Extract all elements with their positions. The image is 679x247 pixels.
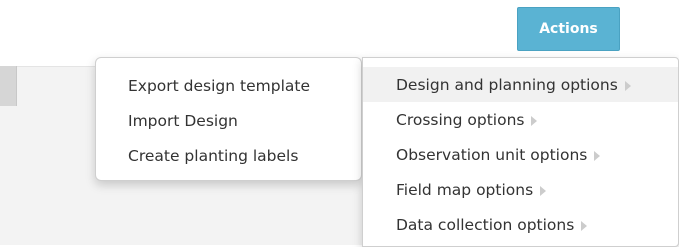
menu-item-field-map-options[interactable]: Field map options xyxy=(363,172,678,207)
menu-item-label: Crossing options xyxy=(396,110,525,129)
caret-right-icon xyxy=(624,81,631,91)
actions-menu-right: Design and planning options Crossing opt… xyxy=(362,57,679,247)
caret-right-icon xyxy=(531,116,538,126)
menu-item-label: Design and planning options xyxy=(396,75,618,94)
caret-right-icon xyxy=(581,221,588,231)
menu-item-label: Field map options xyxy=(396,180,534,199)
caret-right-icon xyxy=(540,186,547,196)
menu-item-crossing-options[interactable]: Crossing options xyxy=(363,102,678,137)
menu-item-label: Export design template xyxy=(128,76,310,95)
actions-menu-left: Export design template Import Design Cre… xyxy=(95,57,362,181)
menu-item-label: Import Design xyxy=(128,111,238,130)
menu-item-observation-unit-options[interactable]: Observation unit options xyxy=(363,137,678,172)
menu-item-import-design[interactable]: Import Design xyxy=(96,103,361,138)
caret-right-icon xyxy=(594,151,601,161)
menu-item-label: Observation unit options xyxy=(396,145,588,164)
menu-item-design-and-planning-options[interactable]: Design and planning options xyxy=(363,67,678,102)
menu-item-label: Data collection options xyxy=(396,215,575,234)
menu-item-export-design-template[interactable]: Export design template xyxy=(96,68,361,103)
menu-item-data-collection-options[interactable]: Data collection options xyxy=(363,207,678,242)
menu-item-label: Create planting labels xyxy=(128,146,299,165)
panel-tab[interactable] xyxy=(0,66,17,106)
actions-button[interactable]: Actions xyxy=(517,7,620,51)
menu-item-create-planting-labels[interactable]: Create planting labels xyxy=(96,138,361,173)
